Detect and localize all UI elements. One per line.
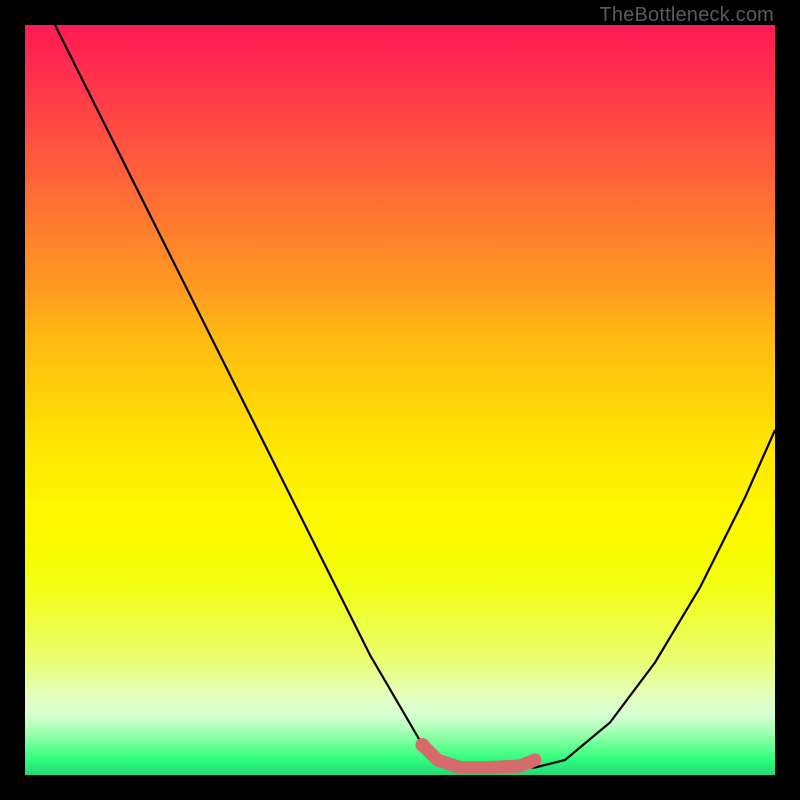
optimal-range-start-dot xyxy=(416,738,430,752)
optimal-range-highlight xyxy=(423,745,536,768)
watermark-text: TheBottleneck.com xyxy=(599,4,774,27)
chart-frame xyxy=(25,25,775,775)
plot-area xyxy=(25,25,775,775)
bottleneck-curve xyxy=(55,25,775,768)
curve-layer xyxy=(25,25,775,775)
